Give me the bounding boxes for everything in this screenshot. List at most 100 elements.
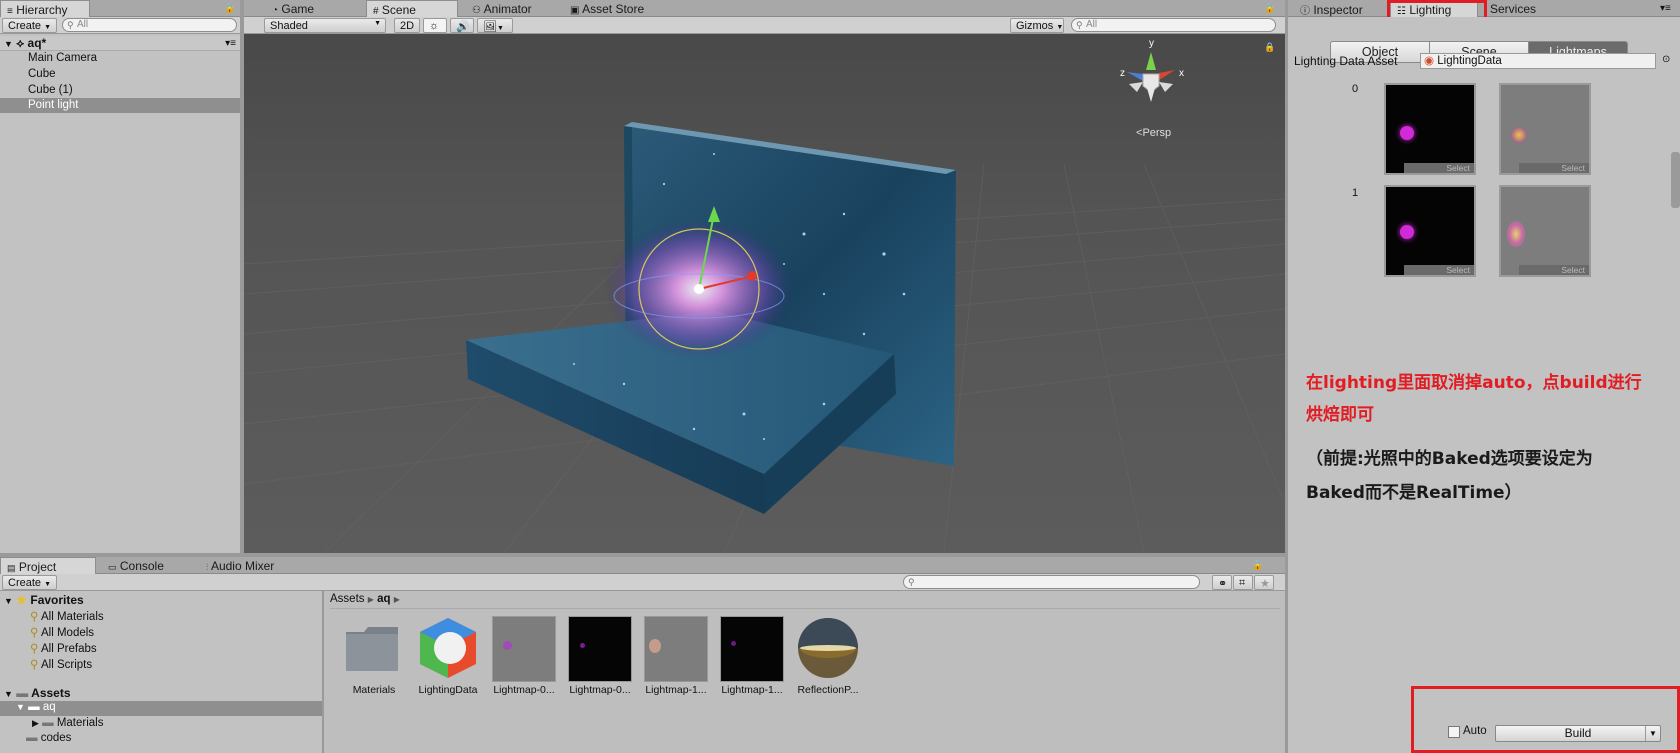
hierarchy-item-point-light[interactable]: Point light	[0, 98, 240, 113]
favorite-all-models[interactable]: ⚲ All Models	[30, 625, 94, 639]
lightmap-1-color[interactable]: Select	[1384, 185, 1476, 277]
scene-effects-select[interactable]: 🖼▼	[477, 18, 513, 33]
sun-icon: ☼	[429, 20, 440, 32]
lightmap-blob	[503, 641, 512, 650]
lock-icon[interactable]: 🔒	[1252, 560, 1263, 571]
scene-audio-toggle[interactable]: 🔊	[450, 18, 474, 33]
tab-scene[interactable]: # Scene	[366, 0, 458, 17]
asset-lightmap-0-b[interactable]	[568, 616, 632, 682]
scene-orientation-gizmo[interactable]: y x z	[1119, 38, 1189, 110]
image-icon: 🖼	[483, 21, 497, 33]
shading-mode-select[interactable]: Shaded ▼	[264, 18, 386, 33]
dropdown-arrow-icon: ▼	[1649, 729, 1657, 738]
hierarchy-create-button[interactable]: Create ▼	[2, 18, 58, 33]
favorite-all-materials[interactable]: ⚲ All Materials	[30, 609, 104, 623]
tab-scene-label: Scene	[381, 3, 416, 17]
project-create-button[interactable]: Create ▼	[2, 575, 58, 590]
tab-inspector[interactable]: ⓘ Inspector	[1294, 0, 1371, 17]
asset-label: ReflectionP...	[797, 684, 859, 696]
favorites-button[interactable]: ★	[1254, 575, 1274, 590]
scroll-indicator[interactable]	[1671, 152, 1680, 208]
favorite-all-prefabs[interactable]: ⚲ All Prefabs	[30, 641, 97, 655]
project-tree: ▼ ★ Favorites ⚲ All Materials ⚲ All Mode…	[0, 591, 322, 753]
scene-lighting-toggle[interactable]: ☼	[423, 18, 447, 33]
scene-render	[244, 34, 1285, 553]
console-icon: ▭	[108, 562, 117, 572]
gizmo-lock-icon[interactable]: 🔒	[1264, 42, 1275, 53]
lighting-data-asset-field[interactable]: ◉ LightingData	[1420, 53, 1656, 69]
asset-lightmap-1-a[interactable]	[644, 616, 708, 682]
build-options-dropdown[interactable]: ▼	[1645, 726, 1660, 741]
menu-icon[interactable]: ▾≡	[225, 36, 236, 51]
axis-x-label: x	[1179, 68, 1184, 79]
tab-console[interactable]: ▭ Console	[102, 557, 172, 574]
folder-label: aq	[42, 701, 56, 713]
auto-checkbox[interactable]	[1448, 726, 1460, 738]
lightmap-select-button[interactable]: Select	[1404, 265, 1474, 275]
folder-aq[interactable]: ▼ ▬ aq	[0, 701, 322, 716]
menu-icon[interactable]: ▾≡	[1660, 3, 1671, 14]
lightmap-select-button[interactable]: Select	[1404, 163, 1474, 173]
mode-2d-toggle[interactable]: 2D	[394, 18, 420, 33]
hierarchy-item-cube[interactable]: Cube	[0, 67, 240, 82]
hierarchy-item-main-camera[interactable]: Main Camera	[0, 51, 240, 66]
lightmap-0-color[interactable]: Select	[1384, 83, 1476, 175]
scene-search-input[interactable]: ⚲ All	[1071, 18, 1276, 32]
axis-y-label: y	[1149, 38, 1154, 49]
foldout-arrow-icon[interactable]: ▼	[4, 39, 13, 49]
asset-label: LightingData	[418, 684, 478, 696]
search-placeholder: All	[77, 19, 89, 30]
folder-label: Materials	[56, 717, 104, 729]
object-picker-icon[interactable]: ⊙	[1662, 54, 1670, 65]
build-button[interactable]: Build	[1495, 725, 1661, 742]
breadcrumb-assets[interactable]: Assets	[330, 593, 365, 605]
gizmos-select[interactable]: Gizmos ▼	[1010, 18, 1064, 33]
tab-hierarchy[interactable]: ≡ Hierarchy	[0, 0, 90, 17]
asset-lightmap-1-b[interactable]	[720, 616, 784, 682]
perspective-label[interactable]: <Persp	[1136, 127, 1171, 139]
tab-project[interactable]: ▤ Project	[0, 557, 96, 574]
tab-services[interactable]: Services	[1484, 0, 1544, 17]
search-icon: ⚲	[30, 627, 39, 639]
build-label: Build	[1564, 726, 1592, 740]
asset-reflection-probe[interactable]	[796, 616, 860, 682]
project-search-input[interactable]: ⚲	[903, 575, 1200, 589]
favorites-header[interactable]: ▼ ★ Favorites	[4, 593, 84, 607]
tab-animator[interactable]: ⚇ Animator	[466, 0, 540, 17]
asset-lighting-data[interactable]	[416, 616, 480, 682]
tab-game[interactable]: ◔ Game	[266, 0, 322, 17]
assets-label: Assets	[31, 686, 71, 700]
lightmap-0-dir[interactable]: Select	[1499, 83, 1591, 175]
lock-icon[interactable]: 🔒	[1264, 3, 1275, 14]
lightmap-1-dir[interactable]: Select	[1499, 185, 1591, 277]
asset-materials-folder[interactable]	[342, 616, 406, 682]
tab-audio-mixer[interactable]: ⫶ Audio Mixer	[200, 557, 282, 574]
lightmap-select-button[interactable]: Select	[1519, 265, 1589, 275]
lock-icon[interactable]: 🔒	[224, 3, 235, 14]
folder-icon: ▬	[42, 717, 54, 729]
create-label: Create	[8, 20, 42, 32]
scene-viewport[interactable]: y x z 🔒 <Persp	[244, 34, 1285, 553]
scene-tabbar: ◔ Game # Scene ⚇ Animator ▣ Asset Store …	[244, 0, 1285, 17]
favorite-label: All Prefabs	[41, 643, 97, 655]
lighting-data-asset-value: LightingData	[1437, 55, 1502, 67]
breadcrumb-aq[interactable]: aq	[377, 593, 390, 605]
assets-header[interactable]: ▼ ▬ Assets	[4, 686, 71, 700]
mixer-icon: ⫶	[206, 562, 209, 572]
breadcrumb: Assets ▶ aq ▶	[330, 593, 1280, 609]
search-icon: ⚲	[30, 643, 39, 655]
annotation-line-1: 在lighting里面取消掉auto，点build进行	[1306, 373, 1642, 393]
hierarchy-item-cube-1[interactable]: Cube (1)	[0, 83, 240, 98]
filter-by-type-button[interactable]: ⚭	[1212, 575, 1232, 590]
scene-root[interactable]: ▼ ⟡ aq* ▾≡	[0, 36, 240, 51]
hierarchy-search-input[interactable]: ⚲ All	[62, 18, 237, 32]
search-icon: ⚲	[908, 577, 915, 587]
folder-materials[interactable]: ▶ ▬ Materials	[32, 717, 103, 729]
tab-asset-store[interactable]: ▣ Asset Store	[564, 0, 652, 17]
favorite-all-scripts[interactable]: ⚲ All Scripts	[30, 657, 92, 671]
filter-by-label-button[interactable]: ⌗	[1233, 575, 1253, 590]
lightmap-select-button[interactable]: Select	[1519, 163, 1589, 173]
asset-lightmap-0-a[interactable]	[492, 616, 556, 682]
lightmap-row-index: 1	[1352, 187, 1359, 199]
folder-codes[interactable]: ▬ codes	[26, 732, 71, 744]
